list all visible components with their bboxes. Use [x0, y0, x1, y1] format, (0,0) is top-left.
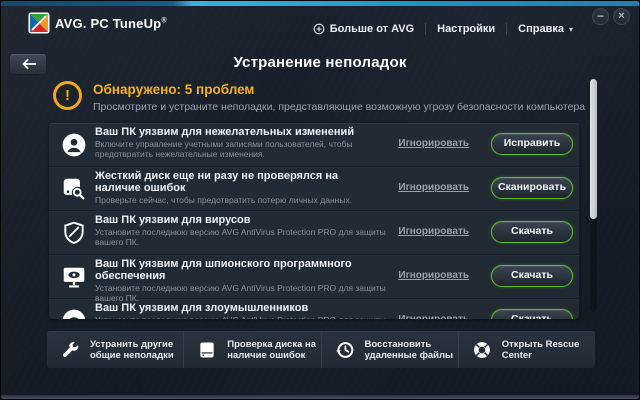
ignore-link[interactable]: Игнорировать [398, 270, 469, 281]
brand-product: PC TuneUp [90, 16, 162, 31]
wrench-icon [63, 341, 79, 357]
issue-text: Ваш ПК уязвим для шпионского программног… [95, 258, 387, 303]
issue-row-intruders: Ваш ПК уязвим для злоумышленников Устано… [49, 299, 579, 319]
avg-logo-icon [28, 12, 50, 34]
issue-description: Установите последнюю версию AVG AntiViru… [95, 227, 386, 247]
toolbar-item-fix-other-problems[interactable]: Устранить другие общие неполадки [47, 331, 183, 368]
toolbar-item-open-rescue-center[interactable]: Открыть Rescue Center [457, 331, 595, 368]
issue-title: Ваш ПК уязвим для шпионского программног… [95, 258, 352, 282]
brand-name: AVG. [55, 16, 87, 31]
warning-icon: ! [53, 81, 82, 110]
ignore-link[interactable]: Игнорировать [398, 226, 469, 237]
menu-label: Справка [518, 23, 564, 35]
issue-text: Ваш ПК уязвим для злоумышленников Устано… [95, 302, 387, 319]
issue-text: Жесткий диск еще ни разу не проверялся н… [95, 170, 387, 206]
burglar-icon [62, 309, 86, 319]
fix-button[interactable]: Исправить [491, 133, 573, 155]
plus-circle-icon [313, 23, 325, 35]
download-button[interactable]: Скачать [491, 309, 573, 319]
issue-text: Ваш ПК уязвим для нежелательных изменени… [95, 126, 387, 159]
menu-item-settings[interactable]: Настройки [425, 23, 506, 35]
issue-description: Проверьте сейчас, чтобы предотвратить по… [95, 195, 353, 205]
disk-search-icon [63, 178, 85, 199]
toolbar-item-check-disk[interactable]: Проверка диска на наличие ошибок [183, 331, 320, 368]
issue-row-disk-never-checked: Жесткий диск еще ни разу не проверялся н… [49, 167, 579, 211]
issue-row-viruses: Ваш ПК уязвим для вирусов Установите пос… [49, 211, 579, 255]
issue-description: Включите управление учетными записями по… [95, 139, 353, 159]
monitor-eye-icon [63, 267, 85, 288]
issue-text: Ваш ПК уязвим для вирусов Установите пос… [95, 214, 387, 247]
alert-subtitle: Просмотрите и устраните неполадки, предс… [93, 101, 586, 113]
alert-title: Обнаружено: 5 проблем [93, 82, 255, 97]
toolbar-label: Устранить другие общие неполадки [90, 338, 174, 361]
top-accent-strip [1, 1, 639, 6]
brand-registered: ® [161, 17, 167, 25]
titlebar-menu: Больше от AVG Настройки Справка ▾ [302, 22, 584, 36]
menu-label: Больше от AVG [329, 23, 415, 35]
window-bottom-edge [1, 395, 639, 399]
toolbar-label: Восстановить удаленные файлы [364, 338, 454, 361]
app-window: AVG. PC TuneUp® Больше от AVG Настройки … [0, 0, 640, 400]
scrollbar-track[interactable] [590, 79, 597, 312]
brand-title: AVG. PC TuneUp® [55, 16, 167, 31]
ignore-link[interactable]: Игнорировать [398, 314, 469, 319]
page-title: Устранение неполадок [233, 54, 407, 71]
shield-icon [64, 221, 84, 244]
user-icon [62, 133, 86, 156]
minimize-button[interactable]: − [592, 8, 609, 25]
issue-title: Ваш ПК уязвим для нежелательных изменени… [95, 126, 355, 138]
scrollbar-thumb[interactable] [590, 79, 597, 219]
issue-title: Жесткий диск еще ни разу не проверялся н… [95, 170, 339, 194]
menu-item-more-from-avg[interactable]: Больше от AVG [302, 23, 425, 35]
restore-history-icon [335, 341, 353, 358]
issue-title: Ваш ПК уязвим для вирусов [95, 214, 251, 226]
issue-row-unwanted-changes: Ваш ПК уязвим для нежелательных изменени… [49, 123, 579, 167]
chevron-down-icon: ▾ [568, 24, 573, 34]
toolbar-label: Открыть Rescue Center [501, 338, 580, 361]
issue-row-spyware: Ваш ПК уязвим для шпионского программног… [49, 255, 579, 302]
toolbar-label: Проверка диска на наличие ошибок [227, 338, 317, 361]
bottom-toolbar: Устранить другие общие неполадки Проверк… [47, 331, 595, 368]
download-button[interactable]: Скачать [491, 265, 573, 287]
close-button[interactable]: × [613, 8, 630, 25]
disk-check-icon [200, 342, 214, 357]
ignore-link[interactable]: Игнорировать [398, 138, 469, 149]
menu-label: Настройки [437, 23, 496, 35]
menu-item-help[interactable]: Справка ▾ [506, 23, 584, 35]
toolbar-item-restore-deleted-files[interactable]: Восстановить удаленные файлы [320, 331, 458, 368]
issue-title: Ваш ПК уязвим для злоумышленников [95, 302, 309, 314]
issues-list: Ваш ПК уязвим для нежелательных изменени… [49, 123, 579, 319]
download-button[interactable]: Скачать [491, 221, 573, 243]
warning-exclamation: ! [65, 87, 70, 104]
ignore-link[interactable]: Игнорировать [398, 182, 469, 193]
lifebuoy-icon [473, 341, 490, 358]
issue-description: Установите последнюю версию AVG AntiViru… [95, 315, 387, 319]
scan-button[interactable]: Сканировать [491, 177, 573, 199]
